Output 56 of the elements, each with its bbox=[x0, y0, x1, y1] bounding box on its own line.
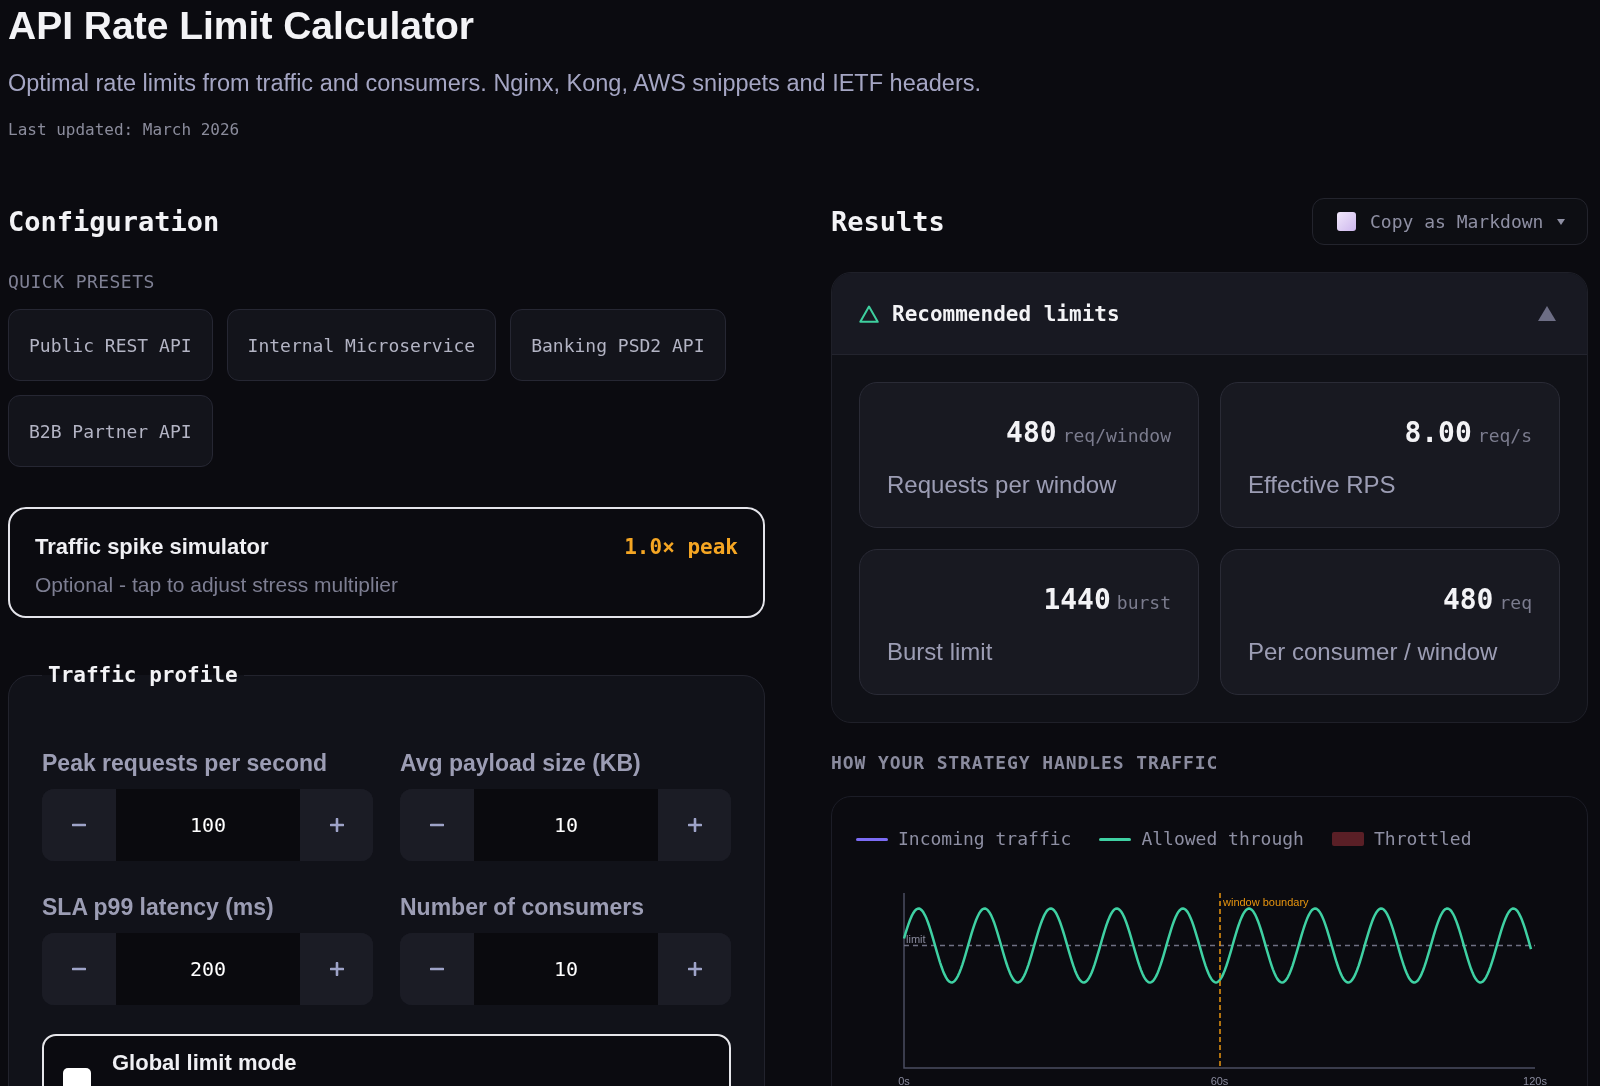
field-label: Avg payload size (KB) bbox=[400, 750, 641, 776]
chart-heading: HOW YOUR STRATEGY HANDLES TRAFFIC bbox=[831, 751, 1219, 775]
spike-simulator-card[interactable]: Traffic spike simulator 1.0× peak Optional - tap to adjust stress multiplier bbox=[8, 507, 765, 618]
legend-label: Throttled bbox=[1373, 828, 1472, 850]
caret-down-icon bbox=[1557, 218, 1565, 225]
panel-title: Recommended limits bbox=[892, 300, 1120, 327]
triangle-icon bbox=[859, 304, 879, 323]
metric-label: Requests per window bbox=[887, 470, 1117, 500]
plus-icon bbox=[329, 962, 344, 976]
plus-icon bbox=[687, 962, 702, 976]
legend-label: Incoming traffic bbox=[898, 828, 1072, 850]
boundary-label: window boundary bbox=[1223, 896, 1309, 908]
spike-simulator-title: Traffic spike simulator bbox=[35, 534, 269, 560]
spike-multiplier: 1.0× peak bbox=[624, 534, 738, 560]
preset-button[interactable]: Internal Microservice bbox=[226, 309, 497, 381]
legend-label: Allowed through bbox=[1141, 828, 1304, 850]
metric-unit: req bbox=[1499, 591, 1532, 615]
metric-label: Burst limit bbox=[887, 637, 993, 667]
field-label: SLA p99 latency (ms) bbox=[42, 894, 274, 920]
preset-button[interactable]: Banking PSD2 API bbox=[510, 309, 726, 381]
global-limit-label: Global limit mode bbox=[112, 1050, 297, 1076]
metric-label: Effective RPS bbox=[1248, 470, 1396, 500]
global-limit-card[interactable]: Global limit mode bbox=[42, 1034, 731, 1086]
panel-header[interactable]: Recommended limits bbox=[832, 273, 1587, 355]
metric-label: Per consumer / window bbox=[1248, 637, 1498, 667]
fieldset-legend: Traffic profile bbox=[42, 662, 244, 688]
plus-icon bbox=[687, 818, 702, 832]
section-heading: Results bbox=[831, 204, 945, 239]
preset-button[interactable]: Public REST API bbox=[8, 309, 213, 381]
preset-button[interactable]: B2B Partner API bbox=[8, 395, 213, 467]
square-icon bbox=[1337, 212, 1356, 231]
tick-label: 0s bbox=[898, 1075, 910, 1086]
page-title: API Rate Limit Calculator bbox=[8, 3, 474, 49]
metric-unit: req/s bbox=[1477, 424, 1532, 448]
tick-label: 60s bbox=[1210, 1075, 1229, 1086]
field-label: Peak requests per second bbox=[42, 750, 328, 776]
presets-label: QUICK PRESETS bbox=[8, 270, 155, 294]
number-input[interactable]: 100 bbox=[116, 789, 300, 861]
copy-markdown-button[interactable]: Copy as Markdown bbox=[1312, 198, 1588, 245]
number-input[interactable]: 10 bbox=[474, 789, 658, 861]
metric-value: 480 bbox=[1006, 416, 1057, 450]
spike-simulator-hint: Optional - tap to adjust stress multiplier bbox=[35, 572, 398, 598]
limit-label: limit bbox=[906, 933, 926, 945]
page-subtitle: Optimal rate limits from traffic and consumers. Nginx, Kong, AWS snippets and IETF headers. bbox=[8, 69, 982, 98]
section-heading: Configuration bbox=[8, 204, 220, 239]
number-input[interactable]: 10 bbox=[474, 933, 658, 1005]
metric-unit: req/window bbox=[1062, 424, 1171, 448]
metric-unit: burst bbox=[1116, 591, 1171, 615]
plus-icon bbox=[329, 818, 344, 832]
metric-value: 1440 bbox=[1043, 583, 1111, 617]
tick-label: 120s bbox=[1523, 1075, 1547, 1086]
field-label: Number of consumers bbox=[400, 894, 645, 920]
number-input[interactable]: 200 bbox=[116, 933, 300, 1005]
last-updated: Last updated: March 2026 bbox=[8, 119, 240, 141]
metric-value: 480 bbox=[1442, 583, 1494, 617]
metric-value: 8.00 bbox=[1404, 416, 1472, 450]
